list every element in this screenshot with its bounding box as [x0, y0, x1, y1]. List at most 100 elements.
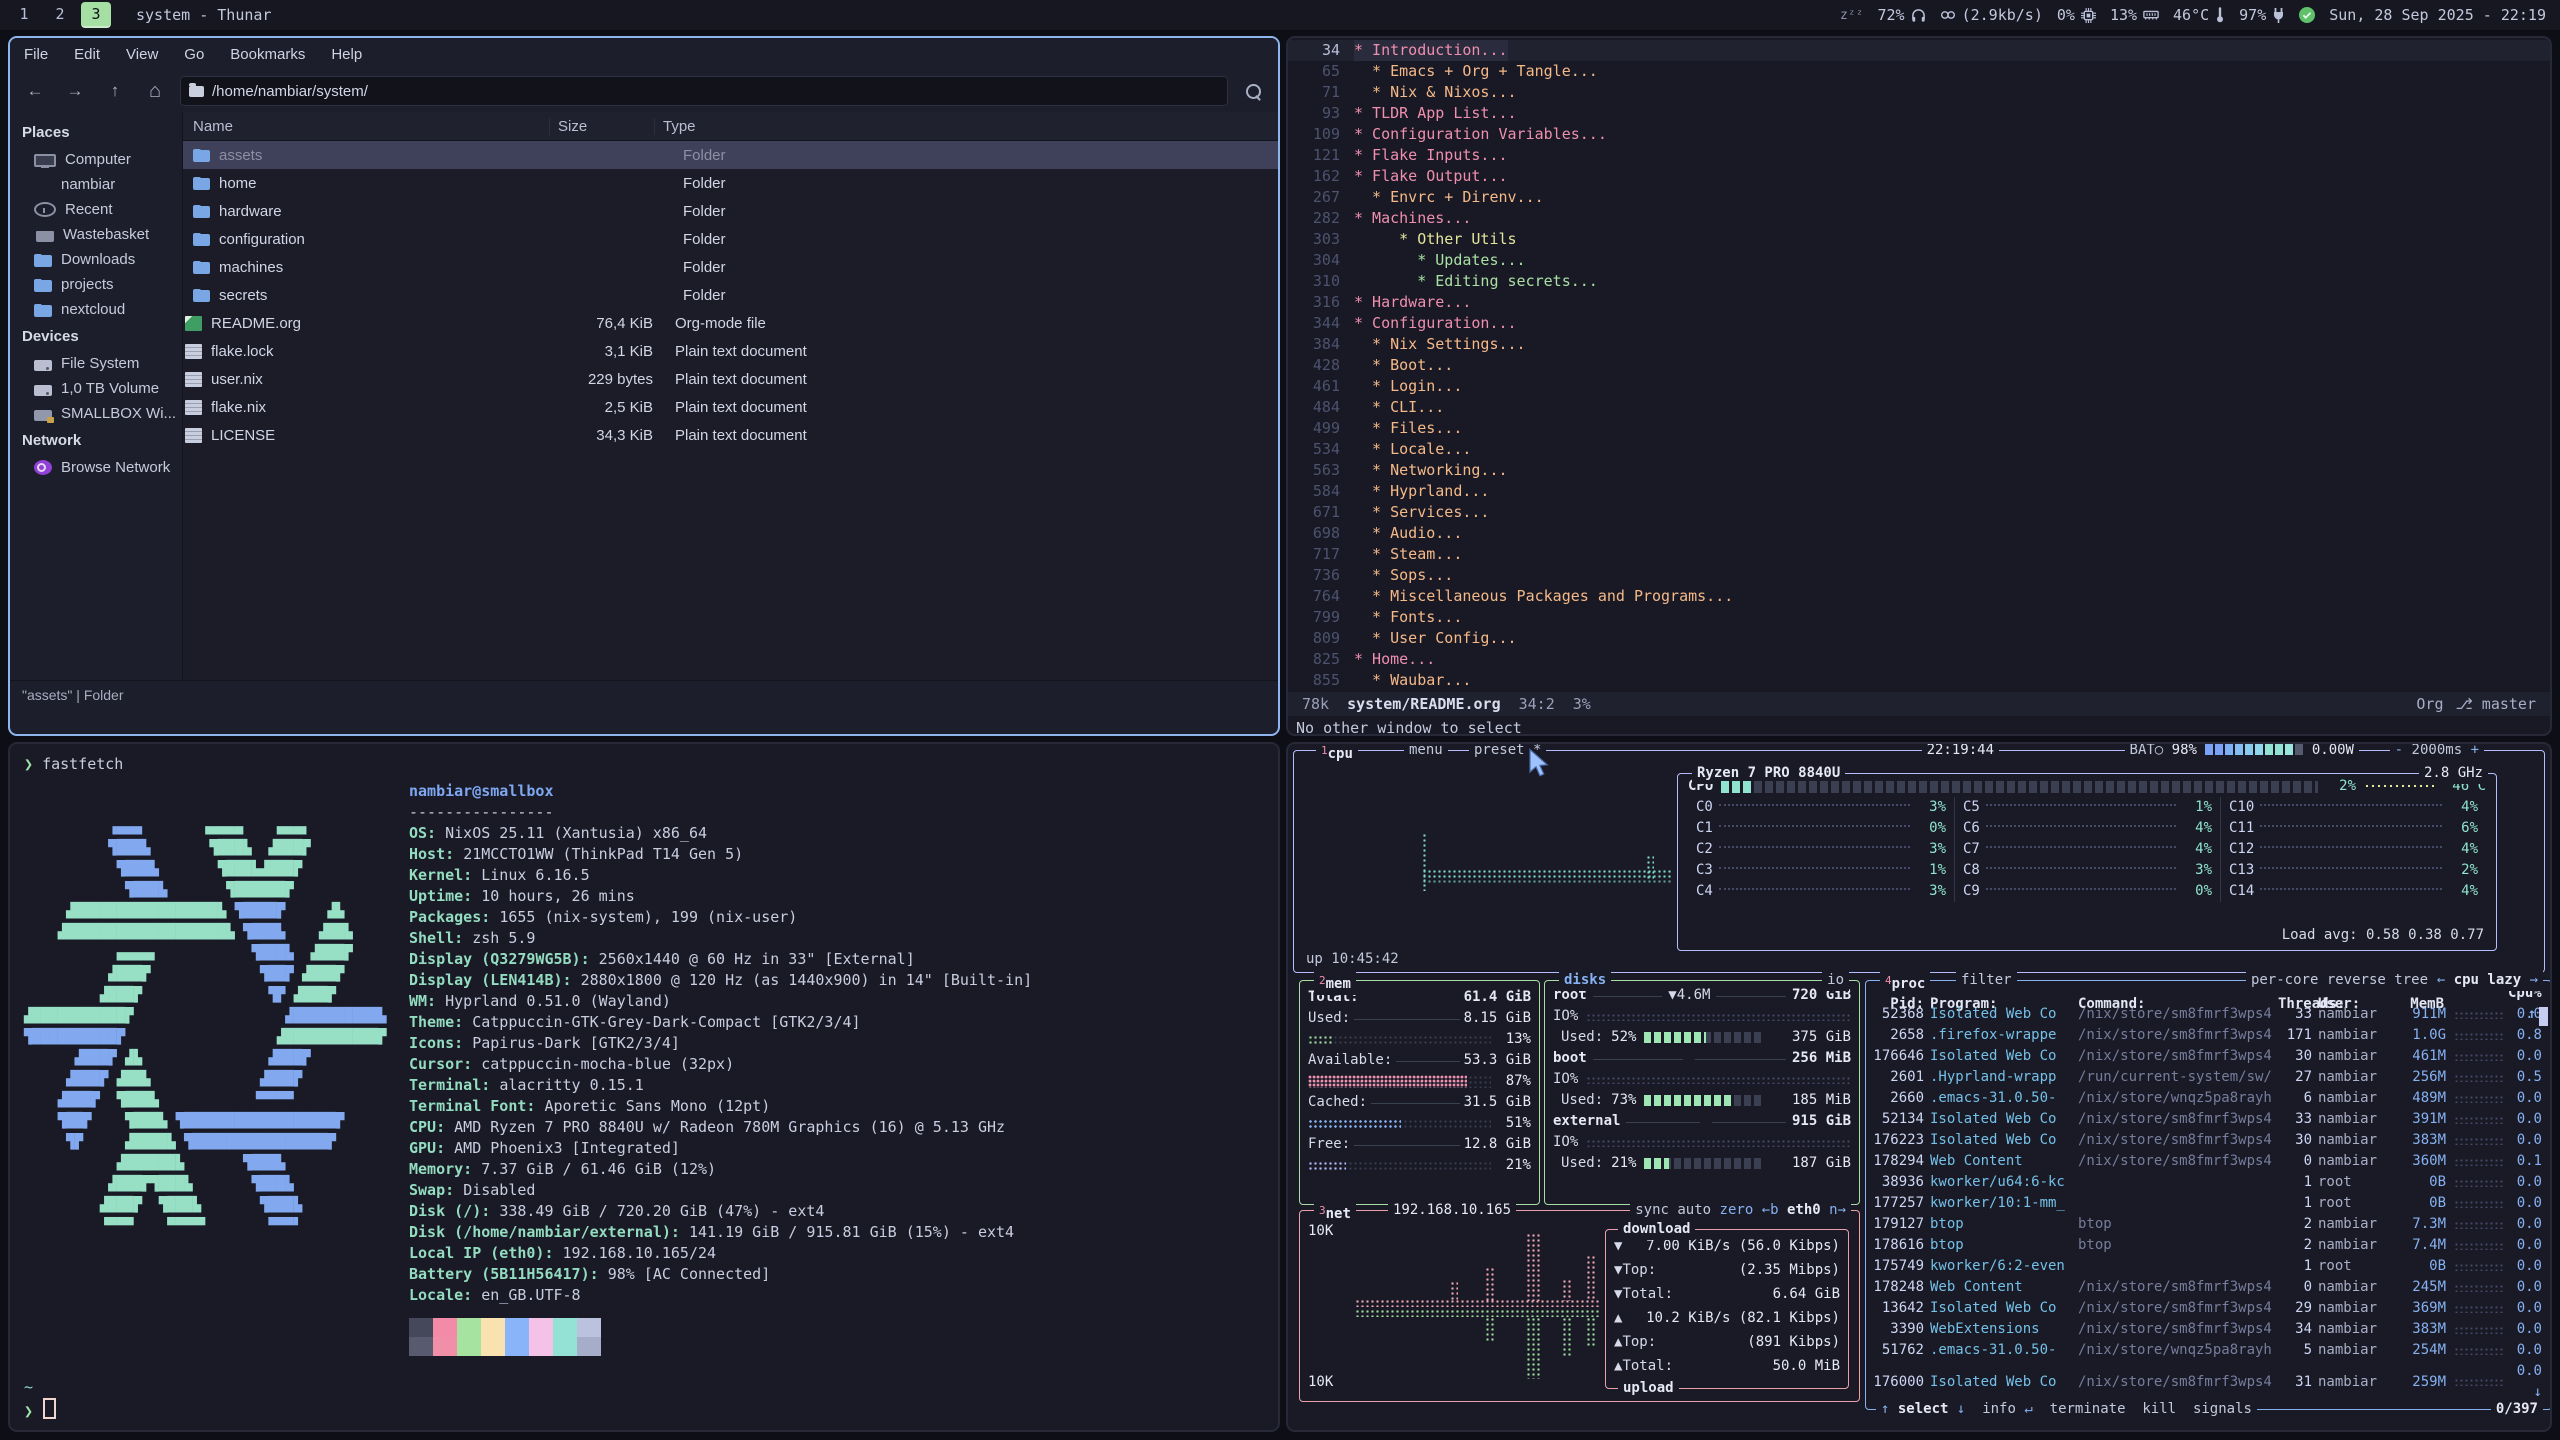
line-number: 764 [1288, 586, 1354, 607]
process-row[interactable]: 2658 .firefox-wrappe /nix/store/sm8fmrf3… [1866, 1025, 2551, 1046]
file-row[interactable]: machines Folder [183, 253, 1278, 281]
core-row: C23% C74% C124% [1678, 839, 2496, 860]
net-options[interactable]: sync auto zero ←b eth0 n→ [1630, 1200, 1851, 1221]
workspace-button[interactable]: 1 [9, 2, 39, 26]
home-button[interactable]: ⌂ [140, 77, 170, 105]
battery-indicator[interactable]: 97% [2239, 6, 2285, 24]
shell-prompt[interactable]: ❯ [24, 1398, 1264, 1422]
process-row[interactable]: 177257 kworker/10:1-mm_ 1 root 0B 0.0 [1866, 1193, 2551, 1214]
menu-item[interactable]: View [126, 46, 158, 63]
sidebar-item[interactable]: Downloads [10, 247, 182, 272]
sidebar-item[interactable]: 1,0 TB Volume [10, 376, 182, 401]
org-heading: * Locale... [1354, 439, 1471, 460]
proc-scrollbar[interactable] [2539, 1007, 2548, 1026]
org-heading-line: 310 * Editing secrets... [1288, 271, 2550, 292]
up-button[interactable]: ↑ [100, 77, 130, 105]
menu-button[interactable]: menu [1404, 742, 1448, 761]
network-indicator[interactable]: (2.9kb/s) [1940, 6, 2043, 24]
org-heading-line: 344 * Configuration... [1288, 313, 2550, 334]
disks-box-title[interactable]: disks [1559, 970, 1611, 991]
process-row[interactable]: 178294 Web Content /nix/store/sm8fmrf3wp… [1866, 1151, 2551, 1172]
fetch-info-line: Packages: 1655 (nix-system), 199 (nix-us… [409, 907, 1032, 928]
cpu-box-title[interactable]: 1cpu [1316, 742, 1358, 765]
workspace-button[interactable]: 2 [45, 2, 75, 26]
menu-item[interactable]: Go [184, 46, 204, 63]
proc-actions[interactable]: ↑ select ↓ info ↵ terminate kill signals [1876, 1399, 2257, 1420]
net-address: 192.168.10.165 [1388, 1200, 1516, 1221]
process-row[interactable]: 13642 Isolated Web Co /nix/store/sm8fmrf… [1866, 1298, 2551, 1319]
gpu-indicator[interactable]: 0% [2057, 6, 2096, 24]
sidebar-item[interactable]: File System [10, 351, 182, 376]
file-row[interactable]: flake.nix 2,5 KiB Plain text document [183, 393, 1278, 421]
file-row[interactable]: hardware Folder [183, 197, 1278, 225]
process-row[interactable]: 52134 Isolated Web Co /nix/store/sm8fmrf… [1866, 1109, 2551, 1130]
sidebar-item[interactable]: Browse Network [10, 455, 182, 480]
file-row[interactable]: LICENSE 34,3 KiB Plain text document [183, 421, 1278, 449]
sidebar-item-label: Browse Network [61, 459, 170, 476]
column-size[interactable]: Size [549, 118, 654, 135]
process-row[interactable]: 179127 btop btop 2 nambiar 7.3M 0.0 [1866, 1214, 2551, 1235]
memory-indicator[interactable]: 13% [2110, 6, 2159, 24]
org-heading: * Nix & Nixos... [1354, 82, 1517, 103]
systemd-ok-indicator[interactable] [2299, 7, 2315, 23]
process-row[interactable]: 2660 .emacs-31.0.50- /nix/store/wnqz5pa8… [1866, 1088, 2551, 1109]
forward-button[interactable]: → [60, 77, 90, 105]
update-interval[interactable]: - 2000ms + [2390, 742, 2484, 761]
file-row[interactable]: README.org 76,4 KiB Org-mode file [183, 309, 1278, 337]
file-row[interactable]: configuration Folder [183, 225, 1278, 253]
process-row[interactable]: 2601 .Hyprland-wrapp /run/current-system… [1866, 1067, 2551, 1088]
temperature-indicator[interactable]: 46°C [2173, 6, 2225, 24]
process-row[interactable]: 176000 Isolated Web Co /nix/store/sm8fmr… [1866, 1361, 2551, 1382]
process-row[interactable]: 175749 kworker/6:2-even 1 root 0B 0.0 [1866, 1256, 2551, 1277]
line-number: 34 [1288, 40, 1354, 61]
sidebar-item[interactable]: SMALLBOX Wi... [10, 401, 182, 426]
file-row[interactable]: assets Folder [183, 141, 1278, 169]
sidebar-item[interactable]: nextcloud [10, 297, 182, 322]
prompt-path: ~ [24, 1377, 1264, 1398]
process-row[interactable]: 176223 Isolated Web Co /nix/store/sm8fmr… [1866, 1130, 2551, 1151]
disks-box: disks io root▼4.6M720 GiB IO% Used:52%37… [1544, 980, 1860, 1205]
column-name[interactable]: Name [183, 118, 549, 135]
io-mode-button[interactable]: io [1822, 970, 1849, 991]
sidebar-item[interactable]: Computer [10, 147, 182, 172]
volume-indicator[interactable]: 72% [1878, 6, 1926, 24]
process-row[interactable]: 178248 Web Content /nix/store/sm8fmrf3wp… [1866, 1277, 2551, 1298]
file-row[interactable]: secrets Folder [183, 281, 1278, 309]
proc-box-title[interactable]: 4proc [1880, 970, 1930, 995]
menu-item[interactable]: Help [331, 46, 362, 63]
sort-selector[interactable]: ← cpu lazy → [2432, 970, 2543, 991]
search-button[interactable] [1238, 77, 1268, 105]
proc-options[interactable]: per-core reverse tree [2246, 970, 2433, 991]
process-row[interactable]: 51762 .emacs-31.0.50- /nix/store/wnqz5pa… [1866, 1340, 2551, 1361]
file-size: 3,1 KiB [541, 343, 663, 360]
menu-item[interactable]: Edit [74, 46, 100, 63]
terminal-window[interactable]: ❯ fastfetch ▗▄▄▄ ▗▄▄▄▄ ▄▄▄▖ ▜███▙ ▜███▙ … [8, 742, 1280, 1432]
process-row[interactable]: 3390 WebExtensions /nix/store/sm8fmrf3wp… [1866, 1319, 2551, 1340]
mem-box-title[interactable]: 2mem [1314, 970, 1356, 995]
fetch-info-line: Icons: Papirus-Dark [GTK2/3/4] [409, 1033, 1032, 1054]
org-buffer[interactable]: 34 * Introduction... 65 * Emacs + Org + … [1288, 38, 2550, 692]
process-row[interactable]: 178616 btop btop 2 nambiar 7.4M 0.0 [1866, 1235, 2551, 1256]
idle-inhibit-indicator[interactable]: zᶻᶻ [1840, 8, 1863, 23]
file-row[interactable]: user.nix 229 bytes Plain text document [183, 365, 1278, 393]
emacs-window: 34 * Introduction... 65 * Emacs + Org + … [1286, 36, 2552, 736]
sidebar-item[interactable]: Recent [10, 197, 182, 222]
file-row[interactable]: flake.lock 3,1 KiB Plain text document [183, 337, 1278, 365]
menu-item[interactable]: Bookmarks [230, 46, 305, 63]
process-row[interactable]: 176646 Isolated Web Co /nix/store/sm8fmr… [1866, 1046, 2551, 1067]
filter-button[interactable]: filter [1956, 970, 2017, 991]
back-button[interactable]: ← [20, 77, 50, 105]
column-type[interactable]: Type [654, 118, 1278, 135]
workspace-button[interactable]: 3 [81, 2, 111, 28]
fetch-info-line: Memory: 7.37 GiB / 61.46 GiB (12%) [409, 1159, 1032, 1180]
org-heading: * Waubar... [1354, 670, 1471, 691]
sidebar-item[interactable]: projects [10, 272, 182, 297]
file-row[interactable]: home Folder [183, 169, 1278, 197]
path-bar[interactable]: /home/nambiar/system/ [180, 76, 1228, 106]
file-type: Folder [671, 259, 1278, 276]
process-row[interactable]: 52368 Isolated Web Co /nix/store/sm8fmrf… [1866, 1004, 2551, 1025]
sidebar-item[interactable]: Wastebasket [10, 222, 182, 247]
process-row[interactable]: 38936 kworker/u64:6-kc 1 root 0B 0.0 [1866, 1172, 2551, 1193]
menu-item[interactable]: File [24, 46, 48, 63]
sidebar-item[interactable]: nambiar [10, 172, 182, 197]
